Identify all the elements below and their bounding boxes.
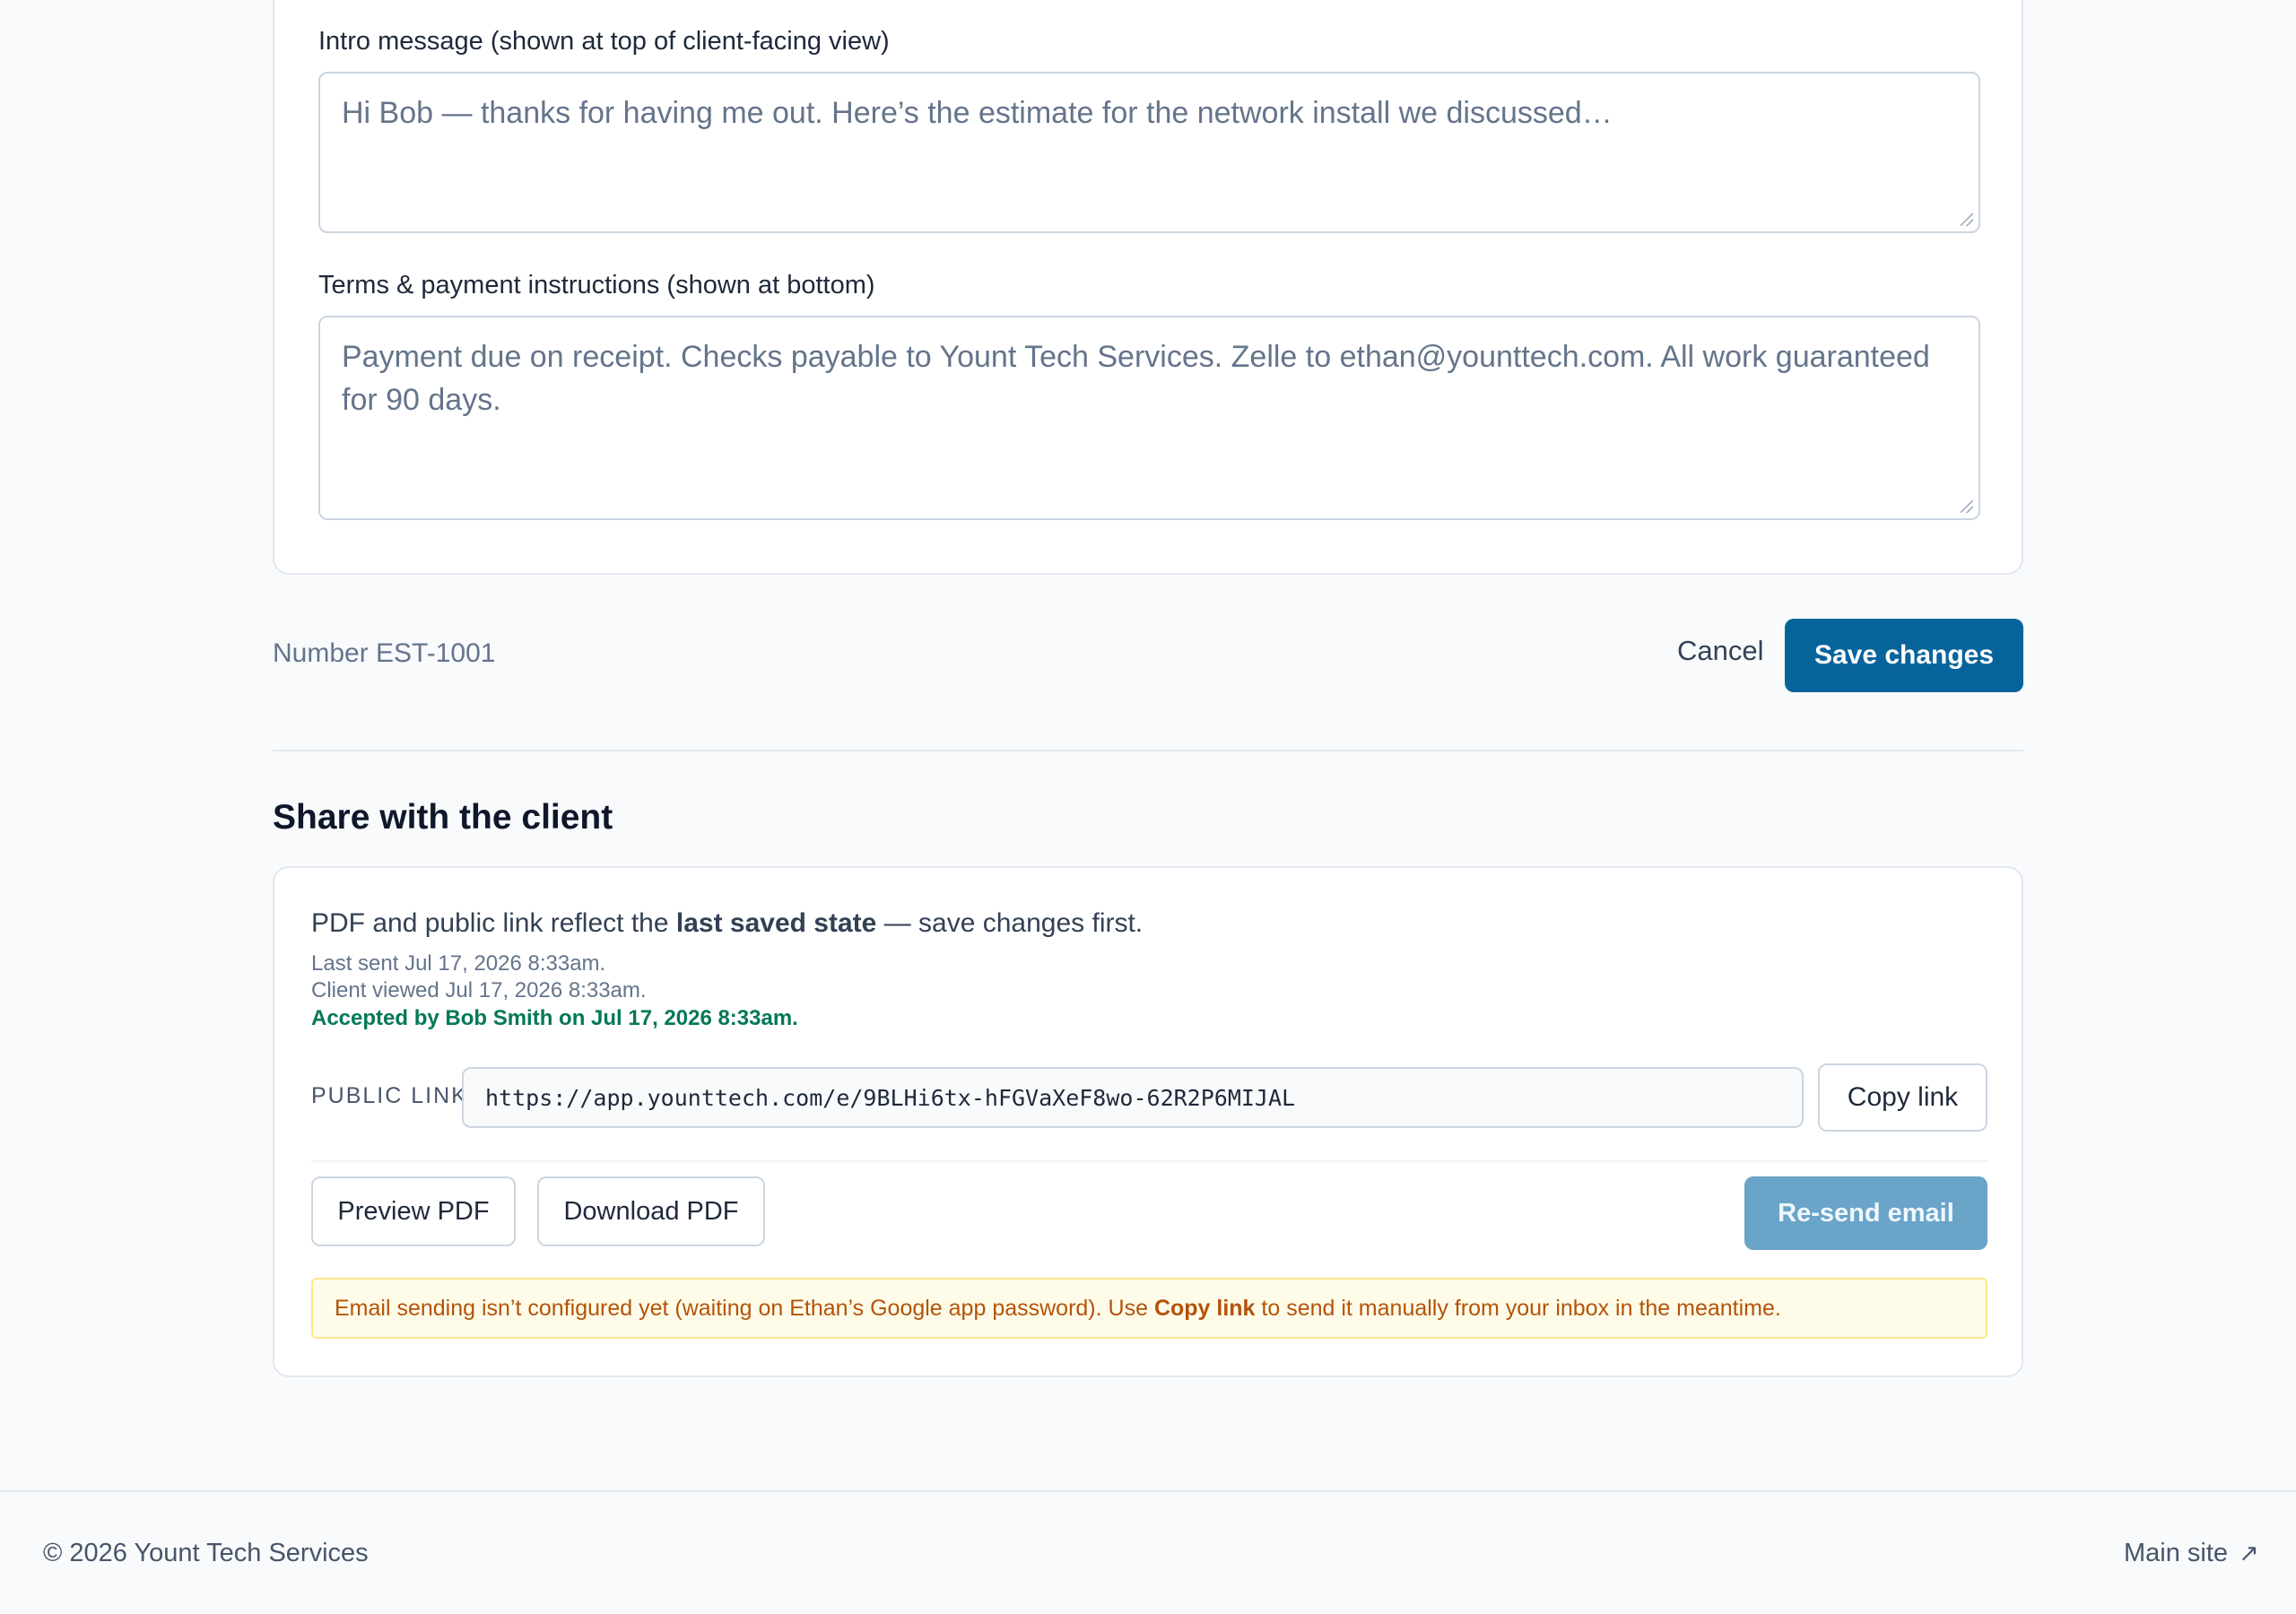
intro-message-text: Hi Bob — thanks for having me out. Here’… xyxy=(342,96,1613,130)
saved-state-note: PDF and public link reflect the last sav… xyxy=(311,908,1143,939)
terms-text: Payment due on receipt. Checks payable t… xyxy=(342,340,1930,417)
resend-email-button[interactable]: Re-send email xyxy=(1744,1176,1987,1250)
warning-emphasis: Copy link xyxy=(1153,1296,1256,1321)
main-site-label: Main site xyxy=(2124,1539,2229,1567)
client-viewed-text: Client viewed Jul 17, 2026 8:33am. xyxy=(311,978,647,1002)
intro-message-label: Intro message (shown at top of client-fa… xyxy=(318,27,890,56)
download-pdf-button[interactable]: Download PDF xyxy=(537,1176,765,1246)
section-divider xyxy=(273,750,2023,751)
warning-suffix: to send it manually from your inbox in t… xyxy=(1261,1296,1781,1321)
estimate-number: Number EST-1001 xyxy=(273,638,496,668)
page: Intro message (shown at top of client-fa… xyxy=(0,0,2296,1614)
copyright-text: © 2026 Yount Tech Services xyxy=(43,1539,369,1567)
resize-handle-icon[interactable] xyxy=(1961,213,1973,226)
card-divider xyxy=(311,1160,1987,1162)
warning-prefix: Email sending isn’t configured yet (wait… xyxy=(335,1296,1148,1321)
external-link-icon: ↗ xyxy=(2239,1540,2259,1566)
public-link-input[interactable] xyxy=(462,1067,1804,1128)
accepted-status: Accepted by Bob Smith on Jul 17, 2026 8:… xyxy=(311,1006,798,1030)
last-sent-text: Last sent Jul 17, 2026 8:33am. xyxy=(311,951,606,976)
estimate-form-card: Intro message (shown at top of client-fa… xyxy=(273,0,2023,575)
note-prefix: PDF and public link reflect the xyxy=(311,908,669,938)
public-link-label: PUBLIC LINK xyxy=(311,1083,468,1108)
share-section-title: Share with the client xyxy=(273,798,613,837)
footer: © 2026 Yount Tech Services Main site ↗ xyxy=(0,1490,2296,1614)
preview-pdf-button[interactable]: Preview PDF xyxy=(311,1176,516,1246)
copy-link-button[interactable]: Copy link xyxy=(1818,1063,1987,1132)
share-card: PDF and public link reflect the last sav… xyxy=(273,866,2023,1377)
intro-message-textarea[interactable]: Hi Bob — thanks for having me out. Here’… xyxy=(318,72,1980,233)
note-suffix: — save changes first. xyxy=(883,908,1144,938)
terms-textarea[interactable]: Payment due on receipt. Checks payable t… xyxy=(318,316,1980,520)
cancel-button[interactable]: Cancel xyxy=(1677,635,1764,667)
email-warning-banner: Email sending isn’t configured yet (wait… xyxy=(311,1278,1987,1339)
main-site-link[interactable]: Main site ↗ xyxy=(2124,1539,2259,1568)
terms-label: Terms & payment instructions (shown at b… xyxy=(318,271,875,299)
save-changes-button[interactable]: Save changes xyxy=(1785,619,2023,692)
note-emphasis: last saved state xyxy=(675,908,877,938)
resize-handle-icon[interactable] xyxy=(1961,500,1973,513)
